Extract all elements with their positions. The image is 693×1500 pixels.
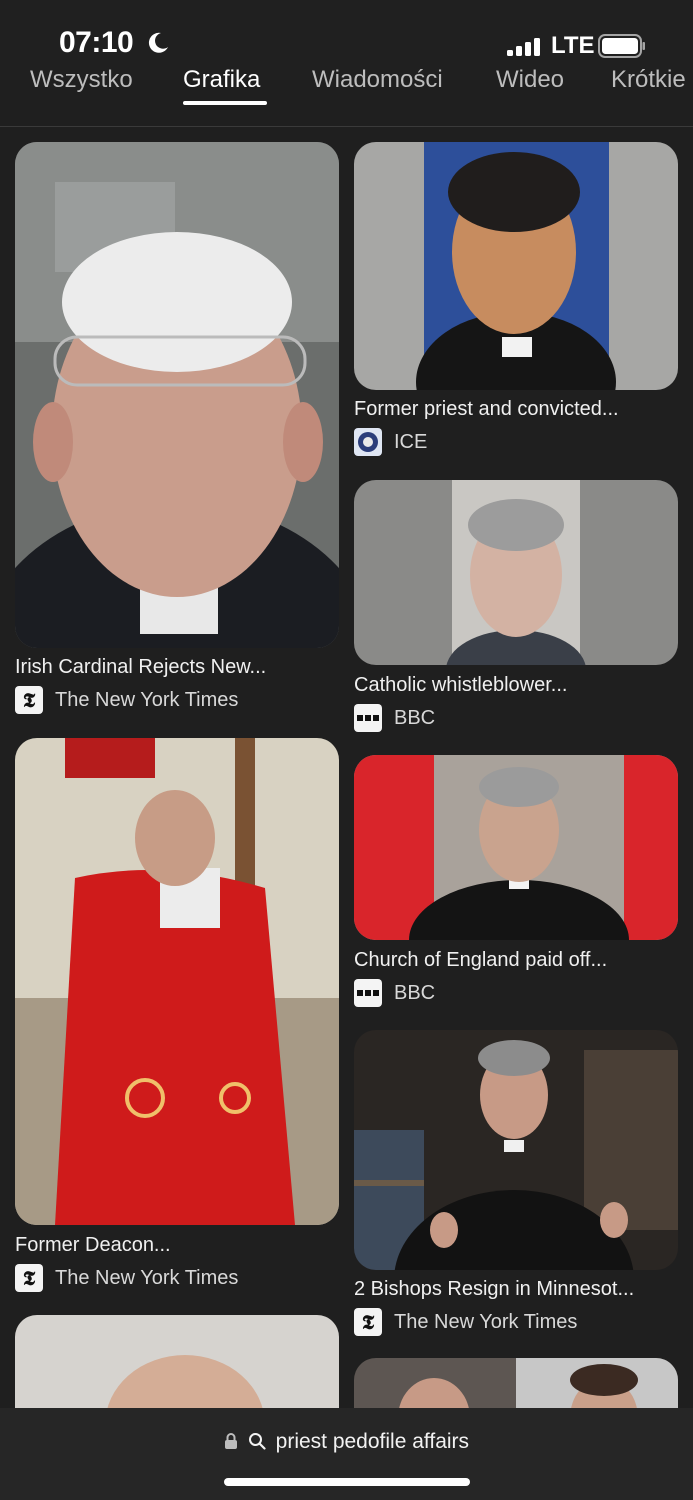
result-title[interactable]: Former priest and convicted... xyxy=(354,398,619,421)
url-field[interactable]: priest pedofile affairs xyxy=(0,1430,693,1454)
status-time: 07:10 xyxy=(59,26,134,59)
tab-shorts[interactable]: Krótkie xyxy=(611,66,686,94)
result-source[interactable]: 𝕿 The New York Times xyxy=(15,1264,238,1292)
ice-seal-icon xyxy=(354,428,382,456)
search-query[interactable]: priest pedofile affairs xyxy=(276,1430,469,1453)
nyt-icon: 𝕿 xyxy=(15,1264,43,1292)
bbc-icon xyxy=(354,979,382,1007)
tab-images[interactable]: Grafika xyxy=(183,66,260,94)
address-bar[interactable]: priest pedofile affairs xyxy=(0,1408,693,1500)
signal-icon xyxy=(507,38,540,56)
result-source[interactable]: 𝕿 The New York Times xyxy=(15,686,238,714)
source-name: BBC xyxy=(394,706,436,729)
result-title[interactable]: Church of England paid off... xyxy=(354,949,607,972)
result-thumbnail[interactable] xyxy=(354,480,678,665)
home-indicator[interactable] xyxy=(224,1478,470,1486)
active-tab-indicator xyxy=(183,101,267,105)
battery-icon xyxy=(598,34,645,58)
nyt-icon: 𝕿 xyxy=(15,686,43,714)
result-source[interactable]: 𝕿 The New York Times xyxy=(354,1308,577,1336)
result-thumbnail[interactable] xyxy=(354,755,678,940)
result-title[interactable]: Former Deacon... xyxy=(15,1234,171,1257)
result-thumbnail[interactable] xyxy=(15,738,339,1225)
tab-video[interactable]: Wideo xyxy=(496,66,564,94)
search-tabs: Wszystko Grafika Wiadomości Wideo Krótki… xyxy=(0,66,693,106)
result-title[interactable]: 2 Bishops Resign in Minnesot... xyxy=(354,1278,634,1301)
network-type: LTE xyxy=(551,32,595,59)
search-icon xyxy=(248,1433,266,1450)
result-source[interactable]: ICE xyxy=(354,428,427,456)
source-name: The New York Times xyxy=(55,1266,239,1289)
moon-icon xyxy=(148,32,168,53)
lock-icon xyxy=(224,1433,237,1449)
result-source[interactable]: BBC xyxy=(354,704,435,732)
source-name: The New York Times xyxy=(394,1310,578,1333)
result-title[interactable]: Catholic whistleblower... xyxy=(354,674,567,697)
tab-news[interactable]: Wiadomości xyxy=(312,66,443,94)
tabs-divider xyxy=(0,126,693,127)
bbc-icon xyxy=(354,704,382,732)
result-title[interactable]: Irish Cardinal Rejects New... xyxy=(15,656,266,679)
result-thumbnail[interactable] xyxy=(354,142,678,390)
source-name: ICE xyxy=(394,430,428,453)
result-source[interactable]: BBC xyxy=(354,979,435,1007)
source-name: BBC xyxy=(394,981,436,1004)
nyt-icon: 𝕿 xyxy=(354,1308,382,1336)
tab-all[interactable]: Wszystko xyxy=(30,66,133,94)
result-thumbnail[interactable] xyxy=(354,1030,678,1270)
result-thumbnail[interactable] xyxy=(15,142,339,648)
source-name: The New York Times xyxy=(55,688,239,711)
